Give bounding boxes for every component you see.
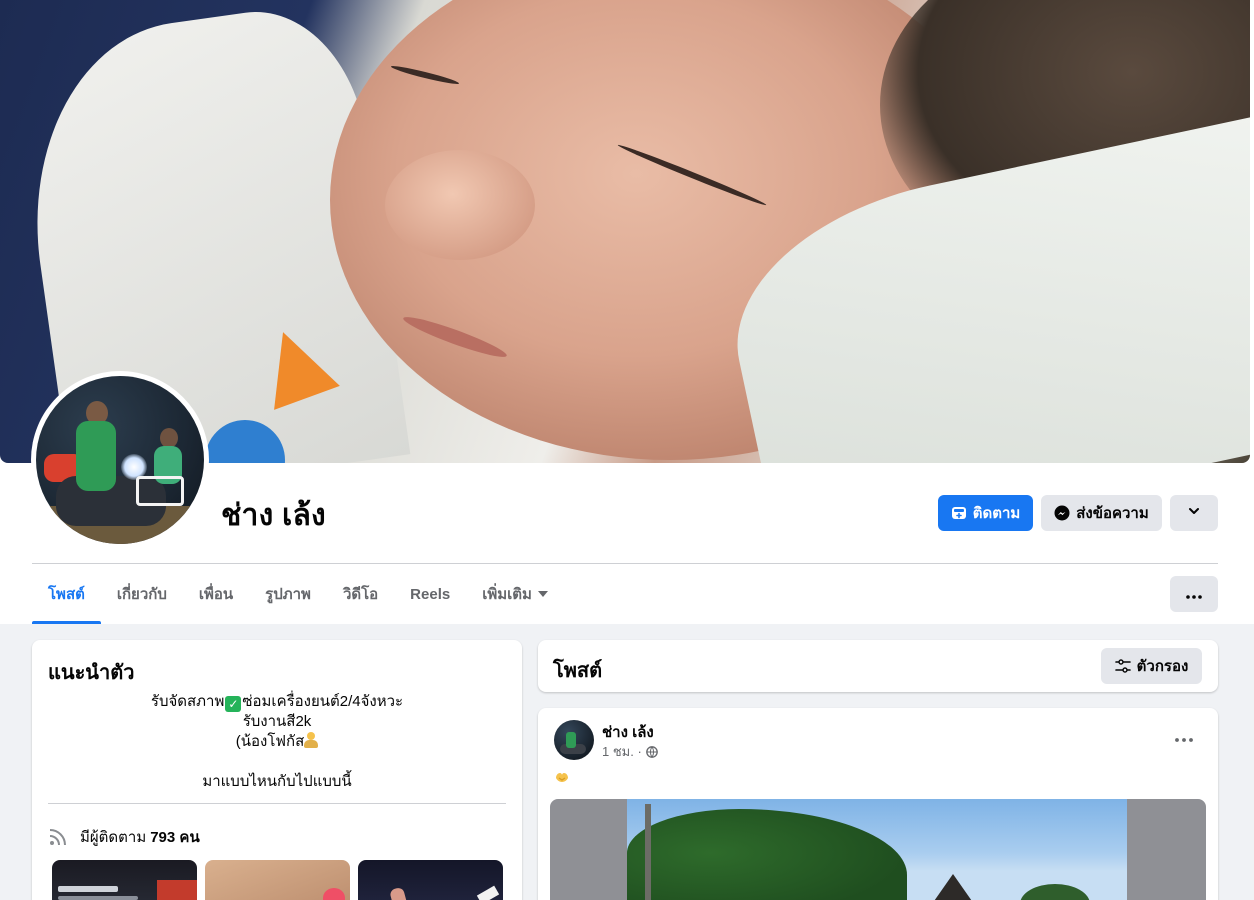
globe-icon [645,745,658,758]
posts-header-card: โพสต์ ตัวกรอง [538,640,1218,692]
check-mark-icon: ✓ [225,696,242,712]
more-horizontal-icon [1186,586,1202,603]
tab-label: วิดีโอ [342,586,379,603]
profile-name: ช่าง เล้ง [221,499,326,532]
featured-photo[interactable] [358,860,503,900]
chevron-down-icon [1187,504,1201,522]
post-photo-pole [645,804,651,900]
photo-detail [389,886,411,900]
tab-label: เพิ่มเติม [482,586,532,603]
tabs-options-button[interactable] [1170,576,1218,612]
profile-avatar[interactable] [31,371,209,549]
post-meta: 1 ชม. · [602,741,658,762]
filter-button[interactable]: ตัวกรอง [1101,648,1202,684]
more-horizontal-icon [1175,729,1193,747]
tab-label: เกี่ยวกับ [116,586,167,603]
bio-line: มาแบบไหนกับไปแบบนี้ [202,773,352,790]
avatar-basket [136,476,184,506]
messenger-icon [1054,505,1070,521]
followers-row[interactable]: มีผู้ติดตาม 793 คน [48,825,200,849]
filter-label: ตัวกรอง [1136,658,1189,675]
tab-videos[interactable]: วิดีโอ [327,564,394,624]
post-author-avatar[interactable] [554,720,594,760]
tab-label: Reels [410,585,451,603]
followers-count: 793 คน [150,829,200,846]
bio-text: (น้องโฟกัส [235,733,305,750]
photo-detail [58,896,138,900]
message-button[interactable]: ส่งข้อความ [1041,495,1162,531]
tab-label: เพื่อน [198,586,234,603]
tab-label: รูปภาพ [265,586,311,603]
rss-icon [48,827,68,847]
follow-button[interactable]: ติดตาม [938,495,1033,531]
post-timestamp[interactable]: 1 ชม. · [602,741,642,762]
follow-label: ติดตาม [972,505,1021,522]
person-emoji-icon [304,732,319,748]
bio-line: รับงานสี2k [242,713,312,730]
tab-reels[interactable]: Reels [394,564,466,624]
post-card: ช่าง เล้ง 1 ชม. · [538,708,1218,900]
profile-picture [36,376,204,544]
tab-about[interactable]: เกี่ยวกับ [101,564,183,624]
tab-label: โพสต์ [48,586,85,603]
intro-card: แนะนำตัว รับจัดสภาพ ✓ ซ่อมเครื่องยนต์2/4จั… [32,640,522,900]
featured-photo[interactable] [52,860,197,900]
posts-title: โพสต์ [553,660,603,682]
tab-friends[interactable]: เพื่อน [183,564,249,624]
profile-tabs: โพสต์ เกี่ยวกับ เพื่อน รูปภาพ วิดีโอ Ree… [32,564,564,624]
followers-prefix: มีผู้ติดตาม [80,829,147,846]
photo-detail [58,886,118,892]
bio-line: รับจัดสภาพ ✓ ซ่อมเครื่องยนต์2/4จังหวะ [32,692,522,712]
post-image[interactable] [550,799,1206,900]
message-label: ส่งข้อความ [1076,505,1149,522]
tab-photos[interactable]: รูปภาพ [249,564,327,624]
heart-hands-emoji-icon [554,770,570,784]
caret-down-icon [537,591,548,597]
profile-more-dropdown[interactable] [1170,495,1218,531]
intro-bio: รับจัดสภาพ ✓ ซ่อมเครื่องยนต์2/4จังหวะ รับง… [32,692,522,792]
bio-spacer [32,752,522,772]
post-avatar-detail [566,732,576,748]
intro-divider [48,803,506,804]
avatar-second-person-head [160,428,178,448]
profile-header: ช่าง เล้ง ติดตาม ส่งข้อความ โพสต์ เกี่ยว… [0,0,1254,624]
featured-photo[interactable] [205,860,350,900]
tab-more[interactable]: เพิ่มเติม [466,564,564,624]
bio-text: ซ่อมเครื่องยนต์2/4จังหวะ [242,693,404,710]
tab-posts[interactable]: โพสต์ [32,564,101,624]
post-options-button[interactable] [1168,726,1200,750]
photo-detail [476,885,500,900]
cover-nose [385,150,535,260]
photo-detail [323,888,345,900]
featured-photos [52,860,503,900]
avatar-person-body [76,421,116,491]
bio-line: (น้องโฟกัส [32,732,522,752]
bio-text: รับจัดสภาพ [150,693,225,710]
photo-detail [157,880,197,900]
intro-title: แนะนำตัว [48,662,135,684]
cover-photo[interactable] [0,0,1250,463]
filter-sliders-icon [1114,658,1131,674]
follow-icon [951,505,967,521]
post-photo-roof [925,874,981,900]
